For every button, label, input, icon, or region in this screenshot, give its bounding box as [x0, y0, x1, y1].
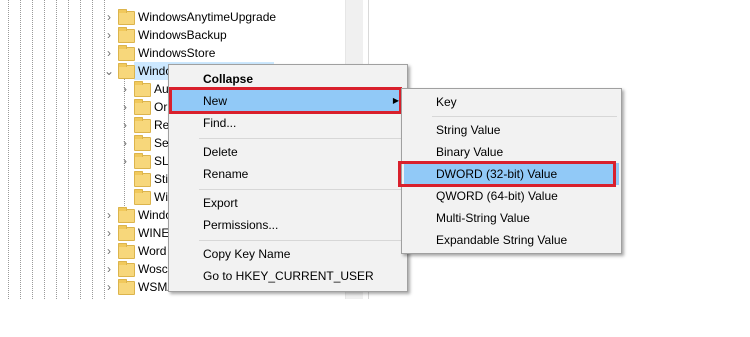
submenu-item-binary-value[interactable]: Binary Value [404, 141, 619, 163]
chevron-right-icon[interactable]: › [104, 224, 114, 242]
folder-icon [118, 207, 135, 223]
submenu-item-string-value[interactable]: String Value [404, 119, 619, 141]
chevron-right-icon[interactable]: › [120, 80, 130, 98]
chevron-right-icon[interactable]: › [104, 260, 114, 278]
menu-separator [199, 240, 403, 241]
chevron-down-icon[interactable]: ⌄ [104, 62, 114, 80]
folder-icon [118, 225, 135, 241]
chevron-right-icon[interactable]: › [104, 278, 114, 296]
annotation-box-dword [398, 161, 616, 187]
folder-icon [134, 81, 151, 97]
chevron-right-icon[interactable]: › [104, 44, 114, 62]
folder-icon [134, 189, 151, 205]
annotation-box-new [169, 87, 402, 114]
submenu-item-multi-string-value[interactable]: Multi-String Value [404, 207, 619, 229]
chevron-right-icon[interactable]: › [120, 116, 130, 134]
folder-icon [118, 261, 135, 277]
chevron-right-icon[interactable]: › [104, 242, 114, 260]
folder-icon [118, 27, 135, 43]
folder-icon [118, 45, 135, 61]
menu-separator [199, 189, 403, 190]
menu-item-export[interactable]: Export [171, 192, 405, 214]
chevron-right-icon[interactable]: › [120, 152, 130, 170]
chevron-right-icon[interactable]: › [120, 98, 130, 116]
chevron-right-icon[interactable]: › [104, 26, 114, 44]
menu-item-go-to-hkcu[interactable]: Go to HKEY_CURRENT_USER [171, 265, 405, 287]
folder-icon [118, 9, 135, 25]
folder-icon [118, 63, 135, 79]
menu-separator [199, 138, 403, 139]
folder-icon [134, 117, 151, 133]
folder-icon [118, 279, 135, 295]
submenu-item-expandable-string-value[interactable]: Expandable String Value [404, 229, 619, 251]
chevron-right-icon[interactable]: › [104, 8, 114, 26]
menu-item-find[interactable]: Find... [171, 112, 405, 134]
folder-icon [118, 243, 135, 259]
submenu-item-qword-value[interactable]: QWORD (64-bit) Value [404, 185, 619, 207]
menu-item-delete[interactable]: Delete [171, 141, 405, 163]
folder-icon [134, 171, 151, 187]
menu-item-rename[interactable]: Rename [171, 163, 405, 185]
submenu-item-key[interactable]: Key [404, 91, 619, 113]
menu-item-copy-key-name[interactable]: Copy Key Name [171, 243, 405, 265]
folder-icon [134, 99, 151, 115]
menu-separator [432, 116, 617, 117]
chevron-right-icon[interactable]: › [104, 206, 114, 224]
folder-icon [134, 135, 151, 151]
folder-icon [134, 153, 151, 169]
menu-item-permissions[interactable]: Permissions... [171, 214, 405, 236]
chevron-right-icon[interactable]: › [120, 134, 130, 152]
